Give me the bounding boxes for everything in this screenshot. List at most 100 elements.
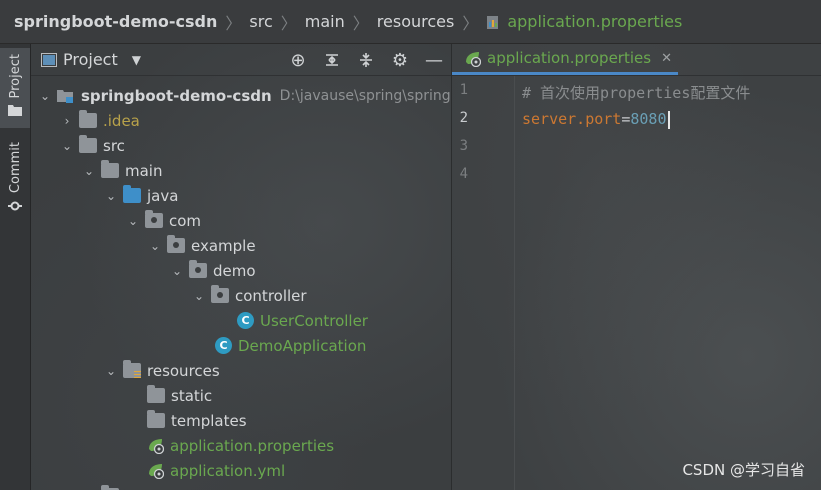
folder-icon <box>147 385 165 403</box>
tree-row-java[interactable]: ⌄ java <box>103 183 178 208</box>
chevron-down-icon[interactable]: ⌄ <box>81 164 97 178</box>
chevron-down-icon[interactable]: ⌄ <box>103 364 119 378</box>
package-icon <box>145 210 163 228</box>
property-value: 8080 <box>630 110 667 128</box>
editor: application.properties ✕ 1 2 3 4 # 首次使用p… <box>452 44 821 490</box>
breadcrumb-project[interactable]: springboot-demo-csdn <box>14 12 217 31</box>
collapse-all-icon[interactable] <box>349 44 383 76</box>
chevron-down-icon[interactable]: ⌄ <box>37 89 53 103</box>
tree-label: src <box>103 136 125 155</box>
tree-label: java <box>147 186 179 205</box>
folder-icon <box>8 105 22 117</box>
tree-row-application-properties[interactable]: application.properties <box>147 433 334 458</box>
spring-config-icon <box>466 51 481 67</box>
tree-row-demo[interactable]: ⌄ demo <box>169 258 256 283</box>
spring-class-icon: C <box>215 337 232 354</box>
chevron-right-icon: 〉 <box>462 13 479 33</box>
tree-label: resources <box>147 361 220 380</box>
tree-row-com[interactable]: ⌄ com <box>125 208 201 233</box>
line-number: 4 <box>459 166 468 182</box>
folder-icon <box>147 410 165 428</box>
tree-label: UserController <box>260 311 368 330</box>
tree-label: application.properties <box>170 436 335 455</box>
tree-label: main <box>125 161 163 180</box>
package-icon <box>211 285 229 303</box>
tree-label: .idea <box>103 111 140 130</box>
editor-tab-label: application.properties <box>487 49 652 67</box>
tree-label: DemoApplication <box>238 336 367 355</box>
package-icon <box>167 235 185 253</box>
project-view-icon <box>41 52 57 67</box>
tree-row-static[interactable]: static <box>147 383 212 408</box>
editor-tab-application-properties[interactable]: application.properties ✕ <box>452 44 678 75</box>
project-panel: Project ▼ ⊕ ⚙ — ⌄ springboot-demo-csdn D… <box>31 44 451 490</box>
breadcrumb-main[interactable]: main <box>305 12 345 31</box>
folder-icon <box>79 135 97 153</box>
breadcrumb-src[interactable]: src <box>249 12 272 31</box>
minimize-icon[interactable]: — <box>417 44 451 76</box>
tree-label: static <box>171 386 213 405</box>
tree-row-resources[interactable]: ⌄ resources <box>103 358 220 383</box>
project-panel-header: Project ▼ ⊕ ⚙ — <box>31 44 451 76</box>
tree-row-src[interactable]: ⌄ src <box>59 133 125 158</box>
editor-tab-bar: application.properties ✕ <box>452 44 821 76</box>
spring-config-icon <box>149 439 164 454</box>
chevron-down-icon[interactable]: ⌄ <box>147 239 163 253</box>
tree-row-controller[interactable]: ⌄ controller <box>191 283 307 308</box>
property-key: server.port <box>522 110 622 128</box>
tree-label: controller <box>235 286 307 305</box>
chevron-right-icon: 〉 <box>280 13 297 33</box>
code-line-comment[interactable]: # 首次使用properties配置文件 <box>522 82 750 103</box>
breadcrumb-file[interactable]: application.properties <box>507 12 682 31</box>
chevron-down-icon[interactable]: ⌄ <box>169 264 185 278</box>
tree-label: springboot-demo-csdn <box>81 86 272 105</box>
close-icon[interactable]: ✕ <box>661 51 672 66</box>
class-icon: C <box>237 312 254 329</box>
project-panel-title[interactable]: Project <box>63 50 118 69</box>
line-number-current: 2 <box>459 110 468 126</box>
project-tool-tab[interactable]: Project <box>0 48 30 128</box>
tree-row-main[interactable]: ⌄ main <box>81 158 162 183</box>
tree-label: test <box>125 487 154 490</box>
tree-row-usercontroller[interactable]: C UserController <box>237 308 368 333</box>
tree-row-example[interactable]: ⌄ example <box>147 233 256 258</box>
chevron-down-icon[interactable]: ⌄ <box>125 214 141 228</box>
properties-file-icon <box>487 15 499 29</box>
chevron-down-icon[interactable]: ▼ <box>132 53 141 67</box>
tree-row-application-yml[interactable]: application.yml <box>147 458 285 483</box>
commit-tool-label: Commit <box>7 142 23 194</box>
tree-row-demoapplication[interactable]: C DemoApplication <box>215 333 366 358</box>
source-folder-icon <box>123 185 141 203</box>
watermark: CSDN @学习自省 <box>682 461 805 479</box>
tree-label: example <box>191 236 256 255</box>
module-path: D:\javause\spring\springb <box>279 87 451 104</box>
tool-window-stripe: Project Commit <box>0 44 31 490</box>
line-number: 1 <box>459 82 468 98</box>
tree-row-test[interactable]: ⌄ test <box>81 483 154 490</box>
line-number-gutter: 1 2 3 4 <box>452 76 515 490</box>
gear-icon[interactable]: ⚙ <box>383 44 417 76</box>
tree-label: demo <box>213 261 256 280</box>
tree-label: com <box>169 211 202 230</box>
package-icon <box>189 260 207 278</box>
chevron-right-icon[interactable]: › <box>59 114 75 128</box>
folder-icon <box>101 160 119 178</box>
chevron-down-icon[interactable]: ⌄ <box>103 189 119 203</box>
breadcrumb-resources[interactable]: resources <box>377 12 455 31</box>
breadcrumb: springboot-demo-csdn 〉 src 〉 main 〉 reso… <box>0 0 821 44</box>
code-line-server-port[interactable]: server.port=8080 <box>522 110 670 129</box>
chevron-right-icon: 〉 <box>225 13 242 33</box>
resources-folder-icon <box>123 360 141 378</box>
tree-row-templates[interactable]: templates <box>147 408 247 433</box>
project-tool-label: Project <box>7 54 23 99</box>
tree-row-module[interactable]: ⌄ springboot-demo-csdn D:\javause\spring… <box>37 83 451 108</box>
spring-config-icon <box>149 464 164 479</box>
tree-row-idea[interactable]: › .idea <box>59 108 140 133</box>
tree-label: templates <box>171 411 247 430</box>
chevron-down-icon[interactable]: ⌄ <box>191 289 207 303</box>
chevron-down-icon[interactable]: ⌄ <box>59 139 75 153</box>
commit-tool-tab[interactable]: Commit <box>0 136 30 216</box>
expand-all-icon[interactable] <box>315 44 349 76</box>
crosshair-icon[interactable]: ⊕ <box>281 44 315 76</box>
project-panel-toolbar: ⊕ ⚙ — <box>281 44 451 76</box>
